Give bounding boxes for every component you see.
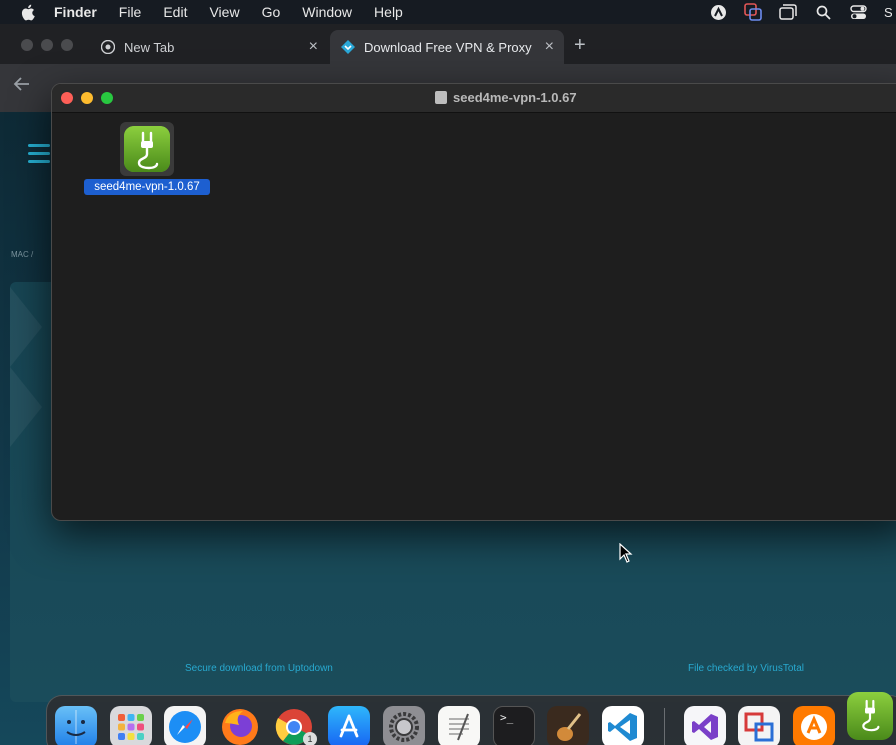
avast-dock-icon[interactable] [793, 706, 835, 745]
visual-studio-dock-icon[interactable] [684, 706, 726, 745]
app-store-dock-icon[interactable] [328, 706, 370, 745]
control-center-icon[interactable] [849, 3, 867, 21]
window-title: seed4me-vpn-1.0.67 [435, 90, 577, 105]
vscode-dock-icon[interactable] [602, 706, 644, 745]
tab-new-tab[interactable]: New Tab × [90, 30, 328, 64]
hamburger-menu-icon[interactable] [28, 144, 50, 168]
terminal-prompt-text: >_ [500, 711, 514, 724]
menu-window[interactable]: Window [302, 4, 352, 20]
browser-minimize-dot[interactable] [41, 39, 53, 51]
tab-close-icon[interactable]: × [545, 38, 554, 56]
safari-dock-icon[interactable] [164, 706, 206, 745]
parallels-dock-icon[interactable] [738, 706, 780, 745]
menu-file[interactable]: File [119, 4, 142, 20]
apple-menu-icon[interactable] [0, 4, 54, 21]
zoom-button[interactable] [101, 92, 113, 104]
file-item-label[interactable]: seed4me-vpn-1.0.67 [84, 179, 210, 195]
finder-titlebar[interactable]: seed4me-vpn-1.0.67 [52, 84, 896, 113]
tab-download-vpn[interactable]: Download Free VPN & Proxy ( × [330, 30, 564, 64]
chrome-dock-icon[interactable]: 1 [273, 706, 317, 745]
back-arrow-icon[interactable] [13, 76, 31, 97]
disk-image-icon [435, 91, 447, 104]
launchpad-dock-icon[interactable] [110, 706, 152, 745]
tab-label: Download Free VPN & Proxy ( [364, 39, 536, 55]
mouse-cursor-icon [619, 542, 633, 568]
menubar-overflow-text: S [884, 4, 892, 20]
menu-edit[interactable]: Edit [163, 4, 187, 20]
browser-close-dot[interactable] [21, 39, 33, 51]
menu-bar: Finder File Edit View Go Window Help S [0, 0, 896, 24]
textedit-dock-icon[interactable] [438, 706, 480, 745]
dock: 1 >_ [46, 692, 896, 745]
browser-zoom-dot[interactable] [61, 39, 73, 51]
minimize-button[interactable] [81, 92, 93, 104]
virustotal-text: File checked by VirusTotal [688, 663, 804, 674]
garageband-dock-icon[interactable] [547, 706, 589, 745]
breadcrumb[interactable]: MAC / [11, 250, 33, 259]
new-tab-button[interactable]: + [574, 34, 586, 57]
seed4me-dock-icon[interactable] [847, 692, 893, 740]
window-icon[interactable] [779, 3, 797, 21]
chevron-decoration [10, 287, 42, 367]
tab-label: New Tab [124, 39, 175, 55]
close-button[interactable] [61, 92, 73, 104]
chevron-decoration [10, 367, 42, 447]
system-settings-dock-icon[interactable] [383, 706, 425, 745]
firefox-dock-icon[interactable] [219, 706, 261, 745]
chrome-icon [100, 39, 116, 55]
dock-separator [664, 708, 665, 745]
finder-dock-icon[interactable] [55, 706, 97, 745]
menu-help[interactable]: Help [374, 4, 403, 20]
browser-tab-strip: New Tab × Download Free VPN & Proxy ( × … [0, 24, 896, 64]
window-title-text: seed4me-vpn-1.0.67 [453, 90, 577, 105]
search-icon[interactable] [814, 3, 832, 21]
screen-share-icon[interactable] [744, 3, 762, 21]
uptodown-icon [340, 39, 356, 55]
finder-window: seed4me-vpn-1.0.67 seed4me-vpn-1.0.67 [51, 83, 896, 521]
chrome-badge: 1 [303, 732, 317, 745]
seed4me-app-icon[interactable] [120, 122, 174, 176]
menu-view[interactable]: View [209, 4, 239, 20]
tab-close-icon[interactable]: × [309, 38, 318, 56]
secure-download-text: Secure download from Uptodown [185, 663, 333, 674]
menu-finder[interactable]: Finder [54, 4, 97, 20]
account-icon[interactable] [709, 3, 727, 21]
menu-go[interactable]: Go [262, 4, 281, 20]
terminal-dock-icon[interactable]: >_ [493, 706, 535, 745]
